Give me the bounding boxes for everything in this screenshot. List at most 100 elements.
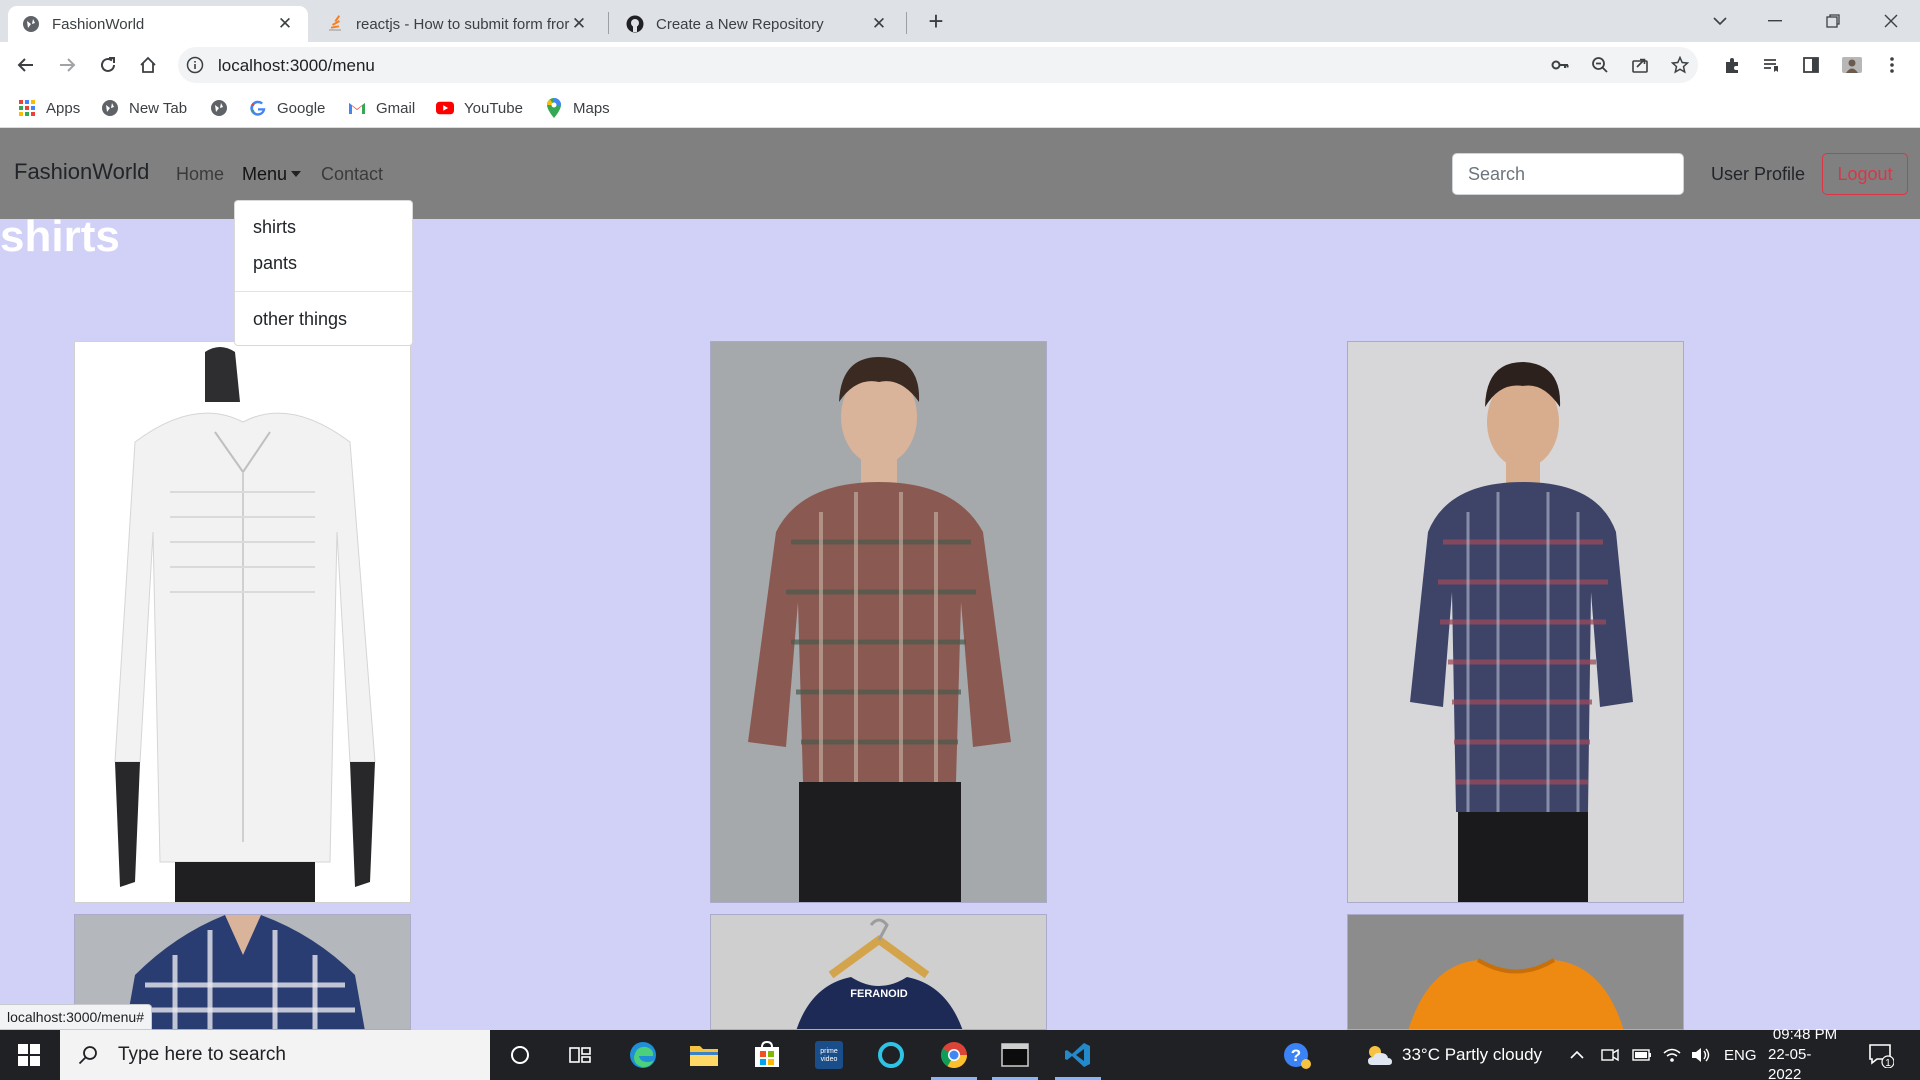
brand-logo-text[interactable]: FashionWorld bbox=[14, 159, 149, 185]
navy-shirt-on-hanger-image: FERANOID bbox=[711, 915, 1046, 1029]
search-input[interactable] bbox=[1452, 153, 1684, 195]
more-menu-icon[interactable] bbox=[1878, 51, 1906, 79]
chevron-up-icon[interactable] bbox=[1570, 1030, 1584, 1080]
svg-text:?: ? bbox=[1291, 1046, 1301, 1065]
search-icon bbox=[78, 1045, 98, 1065]
chrome-icon[interactable] bbox=[925, 1030, 983, 1080]
stackoverflow-icon bbox=[326, 15, 344, 33]
edge-browser-icon[interactable] bbox=[614, 1030, 672, 1080]
tab-github[interactable]: Create a New Repository ✕ bbox=[612, 6, 902, 42]
home-icon[interactable] bbox=[132, 49, 164, 81]
github-icon bbox=[626, 15, 644, 33]
user-profile-link[interactable]: User Profile bbox=[1711, 164, 1805, 185]
address-bar[interactable]: localhost:3000/menu bbox=[178, 47, 1698, 83]
bookmark-label: New Tab bbox=[129, 99, 188, 117]
logout-button[interactable]: Logout bbox=[1822, 153, 1908, 195]
tab-search-icon[interactable] bbox=[1700, 0, 1740, 42]
side-panel-icon[interactable] bbox=[1797, 51, 1825, 79]
battery-icon[interactable] bbox=[1632, 1030, 1652, 1080]
microsoft-store-icon[interactable] bbox=[738, 1030, 796, 1080]
taskbar-search-box[interactable]: Type here to search bbox=[60, 1030, 490, 1080]
bookmark-star-icon[interactable] bbox=[1671, 56, 1689, 74]
minimize-icon[interactable] bbox=[1752, 0, 1798, 42]
reload-icon[interactable] bbox=[92, 49, 124, 81]
tab-title: Create a New Repository bbox=[656, 15, 824, 33]
bookmark-maps[interactable]: Maps bbox=[545, 97, 610, 119]
file-explorer-icon[interactable] bbox=[675, 1030, 733, 1080]
red-green-check-shirt-image bbox=[711, 342, 1046, 902]
product-card[interactable] bbox=[1347, 341, 1684, 903]
back-arrow-icon[interactable] bbox=[10, 49, 42, 81]
globe-icon bbox=[210, 99, 228, 117]
terminal-icon[interactable] bbox=[986, 1030, 1044, 1080]
bookmark-new-tab[interactable]: New Tab bbox=[101, 97, 187, 119]
bookmark-apps[interactable]: Apps bbox=[18, 97, 80, 119]
google-icon bbox=[249, 99, 267, 117]
help-icon[interactable]: ? bbox=[1282, 1030, 1312, 1080]
navy-red-check-shirt-image bbox=[1348, 342, 1683, 902]
nav-dropdown-menu[interactable]: Menu bbox=[242, 164, 302, 185]
close-tab-icon[interactable]: ✕ bbox=[570, 14, 588, 34]
product-card[interactable] bbox=[710, 341, 1047, 903]
vscode-icon[interactable] bbox=[1049, 1030, 1107, 1080]
meet-now-icon[interactable] bbox=[1601, 1030, 1619, 1080]
close-tab-icon[interactable]: ✕ bbox=[870, 14, 888, 34]
product-card[interactable]: FERANOID bbox=[710, 914, 1047, 1030]
task-view-icon[interactable] bbox=[551, 1030, 609, 1080]
globe-icon bbox=[101, 99, 119, 117]
cortana-icon[interactable] bbox=[491, 1030, 549, 1080]
close-tab-icon[interactable]: ✕ bbox=[276, 14, 294, 34]
partly-cloudy-icon bbox=[1364, 1043, 1394, 1067]
clock-time: 09:48 PM bbox=[1772, 1026, 1838, 1043]
bookmark-youtube[interactable]: YouTube bbox=[436, 97, 523, 119]
language-indicator[interactable]: ENG bbox=[1724, 1030, 1757, 1080]
bookmark-label: Gmail bbox=[376, 99, 416, 117]
notification-center-icon[interactable]: 1 bbox=[1868, 1030, 1894, 1080]
forward-arrow-icon[interactable] bbox=[51, 49, 83, 81]
dropdown-item-other-things[interactable]: other things bbox=[253, 309, 347, 330]
clock[interactable]: 09:48 PM 22-05-2022 bbox=[1768, 1026, 1842, 1080]
extensions-puzzle-icon[interactable] bbox=[1718, 51, 1746, 79]
prime-video-icon[interactable]: prime video bbox=[800, 1030, 858, 1080]
close-window-icon[interactable] bbox=[1868, 0, 1914, 42]
zoom-out-icon[interactable] bbox=[1591, 56, 1609, 74]
caret-down-icon bbox=[291, 171, 302, 177]
volume-icon[interactable] bbox=[1691, 1030, 1711, 1080]
tab-fashionworld[interactable]: FashionWorld ✕ bbox=[8, 6, 308, 42]
bookmark-label: YouTube bbox=[464, 99, 523, 117]
dropdown-item-pants[interactable]: pants bbox=[253, 253, 297, 274]
svg-text:prime: prime bbox=[820, 1048, 838, 1055]
profile-avatar-icon[interactable] bbox=[1838, 51, 1866, 79]
weather-text: 33°C Partly cloudy bbox=[1402, 1045, 1543, 1064]
new-tab-button[interactable]: + bbox=[922, 8, 950, 36]
bookmark-gmail[interactable]: Gmail bbox=[348, 97, 415, 119]
product-card[interactable] bbox=[74, 341, 411, 903]
bookmark-unnamed[interactable] bbox=[210, 97, 238, 119]
taskbar-search-placeholder: Type here to search bbox=[118, 1044, 286, 1065]
nav-link-contact[interactable]: Contact bbox=[321, 164, 383, 185]
alexa-icon[interactable] bbox=[862, 1030, 920, 1080]
menu-dropdown: shirts pants other things bbox=[234, 200, 413, 346]
browser-tab-strip: FashionWorld ✕ reactjs - How to submit f… bbox=[0, 0, 1920, 42]
product-card[interactable] bbox=[1347, 914, 1684, 1030]
password-key-icon[interactable] bbox=[1551, 56, 1569, 74]
share-icon[interactable] bbox=[1631, 56, 1649, 74]
nav-link-home[interactable]: Home bbox=[176, 164, 224, 185]
nav-link-menu-label: Menu bbox=[242, 164, 288, 184]
windows-taskbar: Type here to search prime video ? 33°C Pa… bbox=[0, 1026, 1920, 1080]
hanger-label-text: FERANOID bbox=[850, 988, 908, 1000]
reading-list-icon[interactable] bbox=[1757, 51, 1785, 79]
bookmark-label: Apps bbox=[46, 99, 81, 117]
site-info-icon[interactable] bbox=[186, 56, 204, 79]
dropdown-item-shirts[interactable]: shirts bbox=[253, 217, 296, 238]
link-status-bubble: localhost:3000/menu# bbox=[0, 1004, 152, 1030]
windows-start-icon[interactable] bbox=[0, 1030, 58, 1080]
apps-grid-icon bbox=[18, 99, 36, 117]
wifi-icon[interactable] bbox=[1662, 1030, 1682, 1080]
youtube-icon bbox=[436, 99, 454, 117]
browser-toolbar: localhost:3000/menu bbox=[0, 42, 1920, 88]
bookmark-google[interactable]: Google bbox=[249, 97, 325, 119]
tab-reactjs[interactable]: reactjs - How to submit form fror ✕ bbox=[312, 6, 602, 42]
weather-widget[interactable]: 33°C Partly cloudy bbox=[1364, 1030, 1542, 1080]
restore-icon[interactable] bbox=[1810, 0, 1856, 42]
